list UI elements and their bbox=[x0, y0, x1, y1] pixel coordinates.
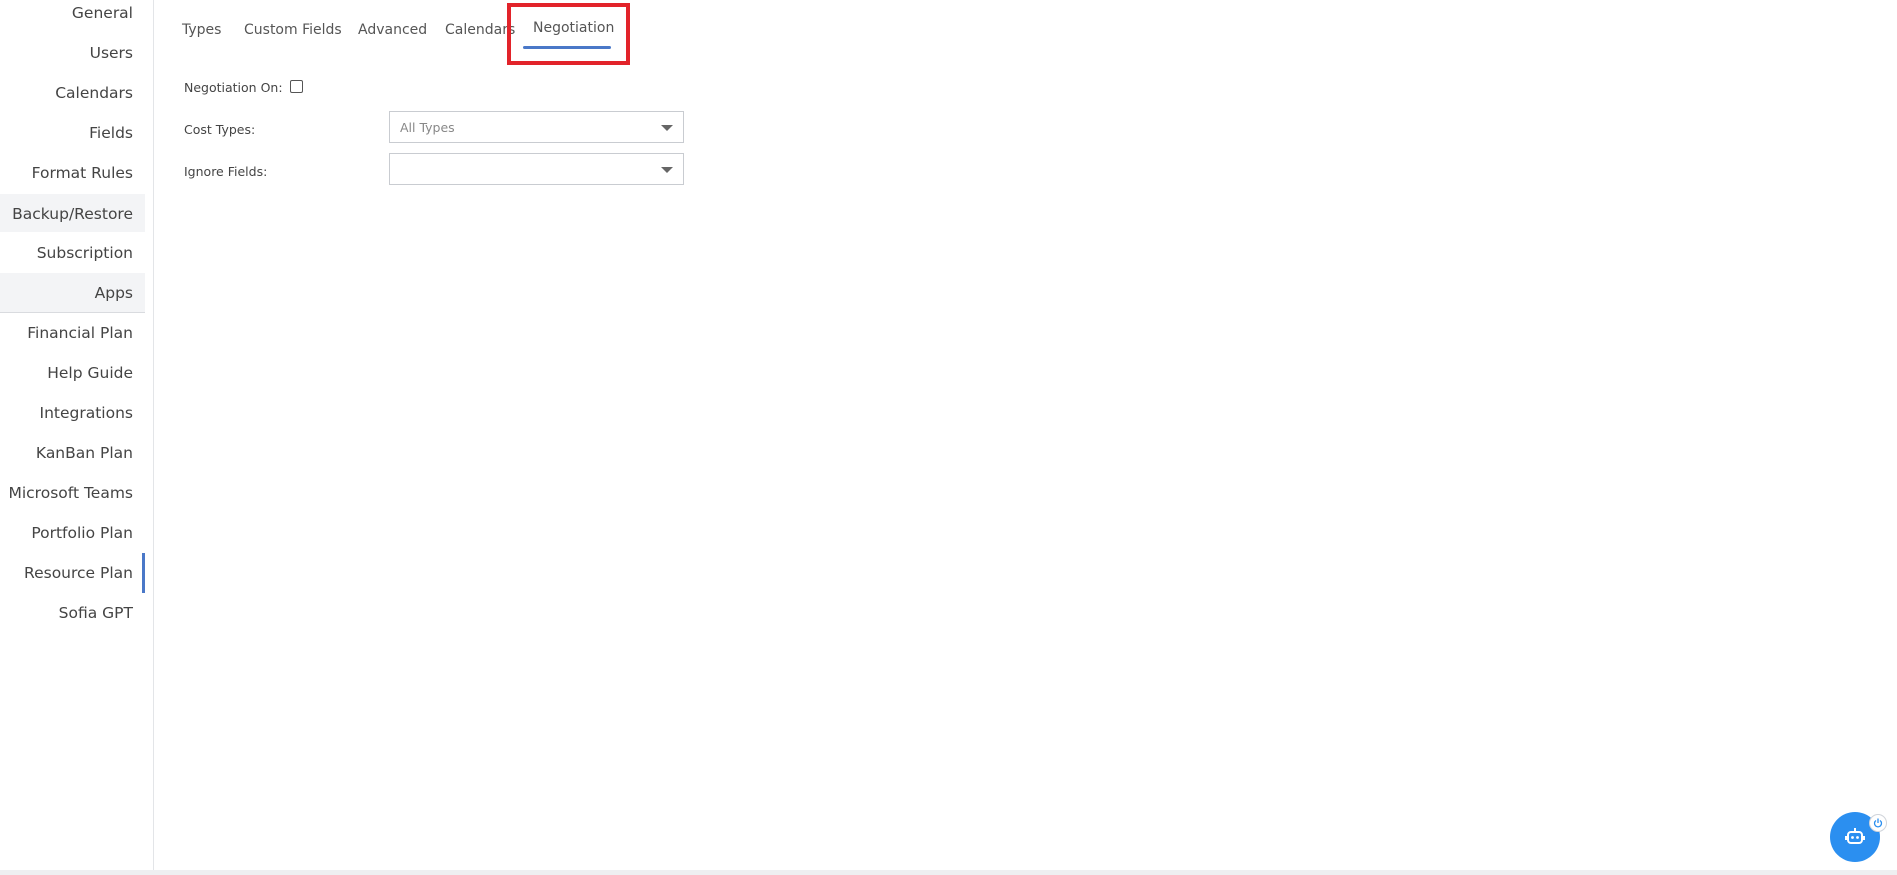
settings-sidebar: General Users Calendars Fields Format Ru… bbox=[0, 0, 154, 870]
power-button[interactable] bbox=[1869, 814, 1887, 832]
cost-types-label: Cost Types: bbox=[184, 122, 256, 137]
chevron-down-icon bbox=[661, 125, 673, 131]
tab-types[interactable]: Types bbox=[182, 22, 221, 38]
chevron-down-icon bbox=[661, 167, 673, 173]
tab-calendars[interactable]: Calendars bbox=[445, 22, 515, 38]
sidebar-item-users[interactable]: Users bbox=[0, 40, 145, 80]
tab-advanced[interactable]: Advanced bbox=[358, 22, 427, 38]
sidebar-item-backup-restore[interactable]: Backup/Restore bbox=[0, 194, 145, 232]
sidebar-item-apps[interactable]: Apps bbox=[0, 273, 145, 312]
power-icon bbox=[1873, 818, 1883, 828]
negotiation-on-label: Negotiation On: bbox=[184, 80, 283, 95]
cost-types-select[interactable]: All Types bbox=[389, 111, 684, 143]
sidebar-item-general[interactable]: General bbox=[0, 0, 145, 26]
sidebar-item-integrations[interactable]: Integrations bbox=[0, 400, 145, 440]
sidebar-item-microsoft-teams[interactable]: Microsoft Teams bbox=[0, 480, 145, 520]
ignore-fields-label: Ignore Fields: bbox=[184, 164, 268, 179]
sidebar-item-help-guide[interactable]: Help Guide bbox=[0, 360, 145, 400]
cost-types-value: All Types bbox=[400, 120, 455, 135]
sidebar-item-resource-plan[interactable]: Resource Plan bbox=[0, 553, 145, 593]
tab-custom-fields[interactable]: Custom Fields bbox=[244, 22, 342, 38]
sidebar-item-kanban-plan[interactable]: KanBan Plan bbox=[0, 440, 145, 480]
negotiation-on-checkbox[interactable] bbox=[290, 80, 303, 93]
bottom-strip bbox=[0, 870, 1897, 875]
sidebar-item-financial-plan[interactable]: Financial Plan bbox=[0, 320, 145, 360]
ignore-fields-select[interactable] bbox=[389, 153, 684, 185]
highlight-annotation bbox=[507, 3, 630, 65]
sidebar-divider bbox=[0, 312, 145, 313]
sidebar-item-sofia-gpt[interactable]: Sofia GPT bbox=[0, 600, 145, 640]
sidebar-item-calendars[interactable]: Calendars bbox=[0, 80, 145, 120]
bot-icon bbox=[1845, 828, 1865, 844]
sidebar-item-fields[interactable]: Fields bbox=[0, 120, 145, 160]
